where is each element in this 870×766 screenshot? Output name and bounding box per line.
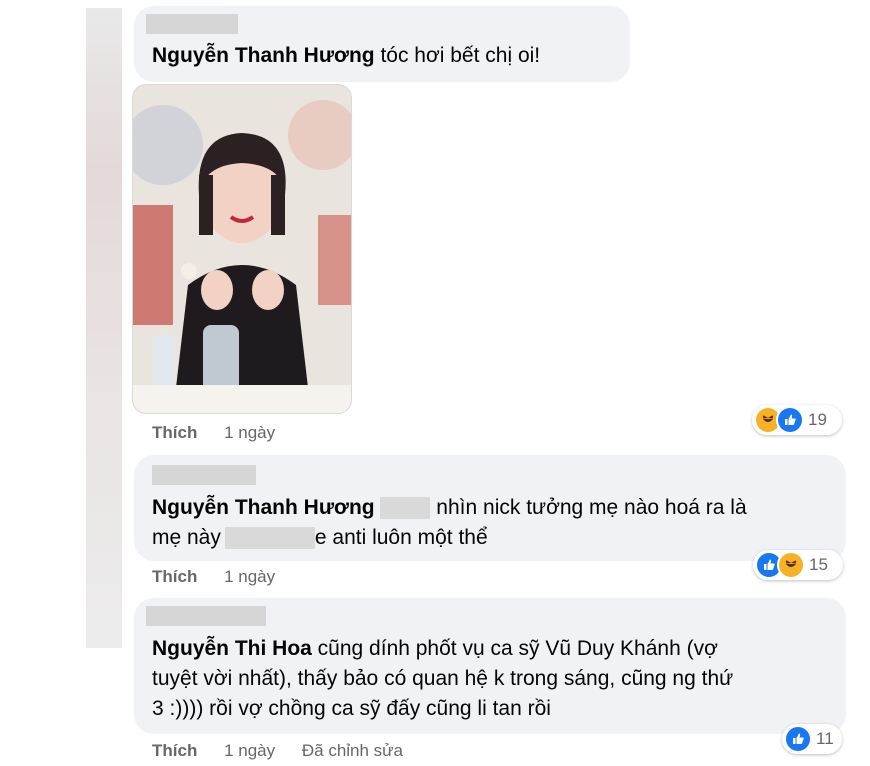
comment-meta: Thích 1 ngày: [152, 567, 275, 587]
avatar-column: [86, 8, 122, 648]
comment-meta: Thích 1 ngày: [152, 423, 275, 443]
reaction-summary[interactable]: 15: [753, 550, 843, 580]
comment-body: mẹ này: [152, 526, 221, 549]
like-icon: [784, 725, 812, 753]
reaction-summary[interactable]: 19: [752, 405, 842, 435]
comment-text: Nguyễn Thanh Hương tóc hơi bết chị oi!: [152, 41, 540, 71]
reaction-count: 19: [808, 410, 827, 429]
comment-photo[interactable]: [132, 84, 352, 414]
comment-time[interactable]: 1 ngày: [224, 741, 275, 760]
comment-time[interactable]: 1 ngày: [224, 567, 275, 586]
reaction-summary[interactable]: 11: [782, 724, 842, 754]
comment-text: Nguyễn Thi Hoa cũng dính phốt vụ ca sỹ V…: [152, 634, 718, 664]
comment-bubble: Nguyễn Thanh Hương tóc hơi bết chị oi!: [134, 6, 630, 82]
haha-icon: [777, 551, 805, 579]
comment-author[interactable]: Nguyễn Thanh Hương: [152, 496, 375, 519]
comment-body: e anti luôn một thể: [314, 526, 488, 549]
reaction-count: 15: [809, 555, 828, 574]
comment-author[interactable]: Nguyễn Thi Hoa: [152, 637, 312, 660]
comment-bubble: Nguyễn Thanh Hương nhìn nick tưởng mẹ nà…: [134, 455, 846, 561]
photo-illustration: [133, 85, 351, 413]
comment-text-line2: tuyệt vời nhất), thấy bảo có quan hệ k t…: [152, 667, 734, 690]
comment-text: Nguyễn Thanh Hương nhìn nick tưởng mẹ nà…: [152, 493, 747, 523]
reaction-count: 11: [816, 729, 834, 748]
like-link[interactable]: Thích: [152, 741, 197, 760]
redacted-name: [152, 465, 256, 485]
comment-body: nhìn nick tưởng mẹ nào hoá ra là: [430, 496, 747, 519]
redacted-name: [146, 606, 266, 626]
comment-text-line2: mẹ này e anti luôn một thể: [152, 523, 488, 553]
comment-bubble: Nguyễn Thi Hoa cũng dính phốt vụ ca sỹ V…: [134, 598, 846, 734]
redacted-tag: [224, 527, 315, 550]
like-icon: [776, 406, 804, 434]
comment-time[interactable]: 1 ngày: [224, 423, 275, 442]
comment-body: cũng dính phốt vụ ca sỹ Vũ Duy Khánh (vợ: [311, 637, 718, 660]
edited-label[interactable]: Đã chỉnh sửa: [302, 741, 403, 760]
redacted-tag: [380, 497, 431, 520]
comment-body: tóc hơi bết chị oi!: [374, 44, 541, 67]
like-link[interactable]: Thích: [152, 423, 197, 442]
comment-text-line3: 3 :)))) rồi vợ chồng ca sỹ đấy cũng li t…: [152, 697, 551, 720]
redacted-name: [146, 14, 238, 34]
like-link[interactable]: Thích: [152, 567, 197, 586]
comment-author[interactable]: Nguyễn Thanh Hương: [152, 44, 375, 67]
comment-meta: Thích 1 ngày Đã chỉnh sửa: [152, 741, 403, 761]
